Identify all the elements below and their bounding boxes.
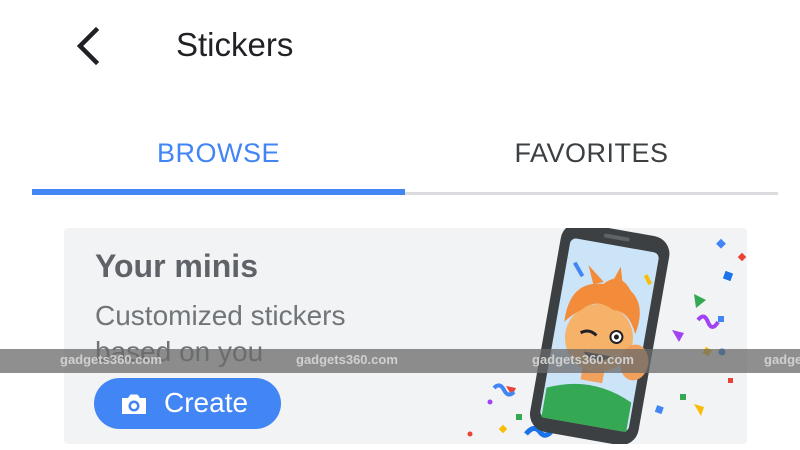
watermark-text: gadge <box>764 352 800 367</box>
selfie-phone-sticker <box>467 228 747 444</box>
watermark-text: gadgets360.com <box>60 352 162 367</box>
card-title: Your minis <box>95 248 258 284</box>
tab-browse[interactable]: BROWSE <box>32 118 405 188</box>
back-button[interactable] <box>62 20 114 72</box>
watermark-text: gadgets360.com <box>532 352 634 367</box>
chevron-left-icon <box>76 26 100 66</box>
tab-bar: BROWSE FAVORITES <box>32 118 778 196</box>
watermark-band: gadgets360.com gadgets360.com gadgets360… <box>0 349 800 373</box>
create-button[interactable]: Create <box>94 378 281 429</box>
watermark-text: gadgets360.com <box>296 352 398 367</box>
tab-divider <box>405 192 778 195</box>
create-button-label: Create <box>164 387 249 418</box>
camera-icon <box>122 394 146 414</box>
your-minis-card: Your minis Customized stickers based on … <box>64 228 747 444</box>
tab-favorites[interactable]: FAVORITES <box>405 118 778 188</box>
page-title: Stickers <box>176 26 294 63</box>
app-header: Stickers <box>0 0 800 95</box>
active-tab-indicator <box>32 189 405 195</box>
